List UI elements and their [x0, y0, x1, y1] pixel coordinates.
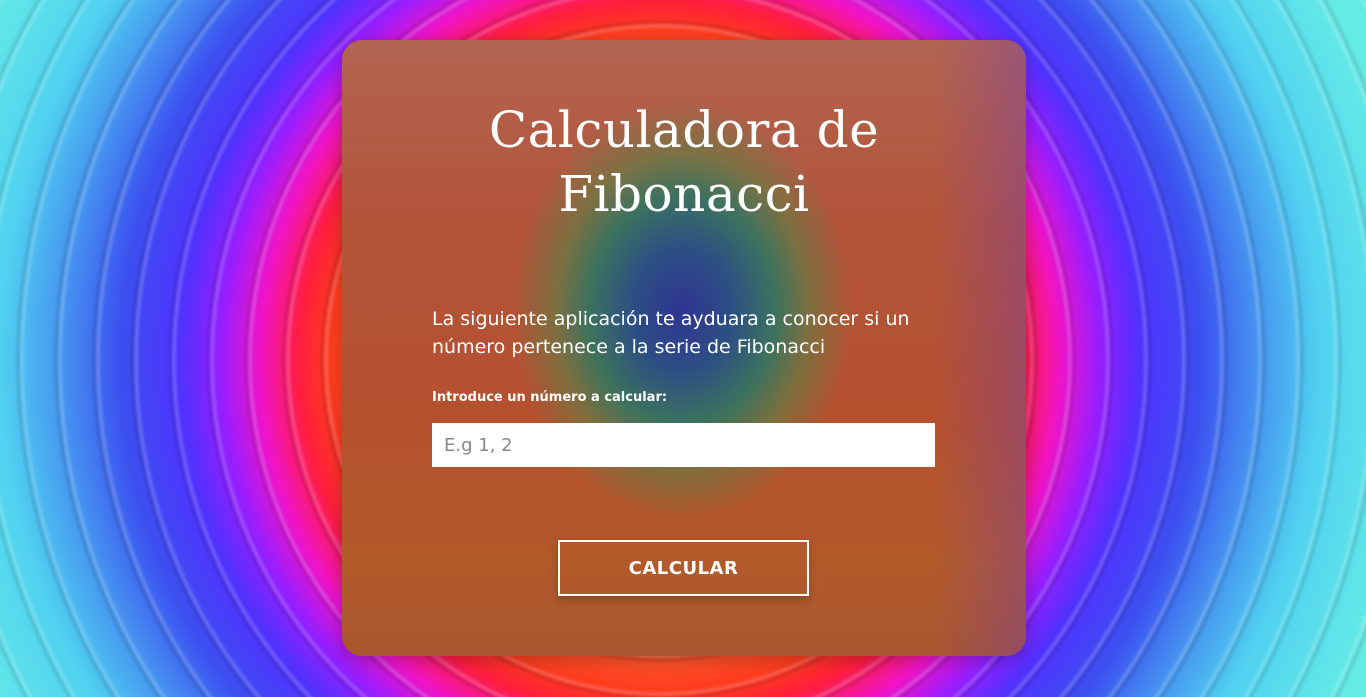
description-text: La siguiente aplicación te ayduara a con…: [432, 308, 910, 358]
calculate-button[interactable]: CALCULAR: [558, 540, 809, 596]
number-input[interactable]: [432, 423, 935, 467]
number-input-label: Introduce un número a calcular:: [432, 390, 668, 405]
calculator-card: Calculadora de Fibonacci La siguiente ap…: [342, 40, 1026, 656]
page-title: Calculadora de Fibonacci: [342, 98, 1026, 226]
title-line-1: Calculadora de: [488, 101, 880, 159]
title-line-2: Fibonacci: [558, 165, 810, 223]
